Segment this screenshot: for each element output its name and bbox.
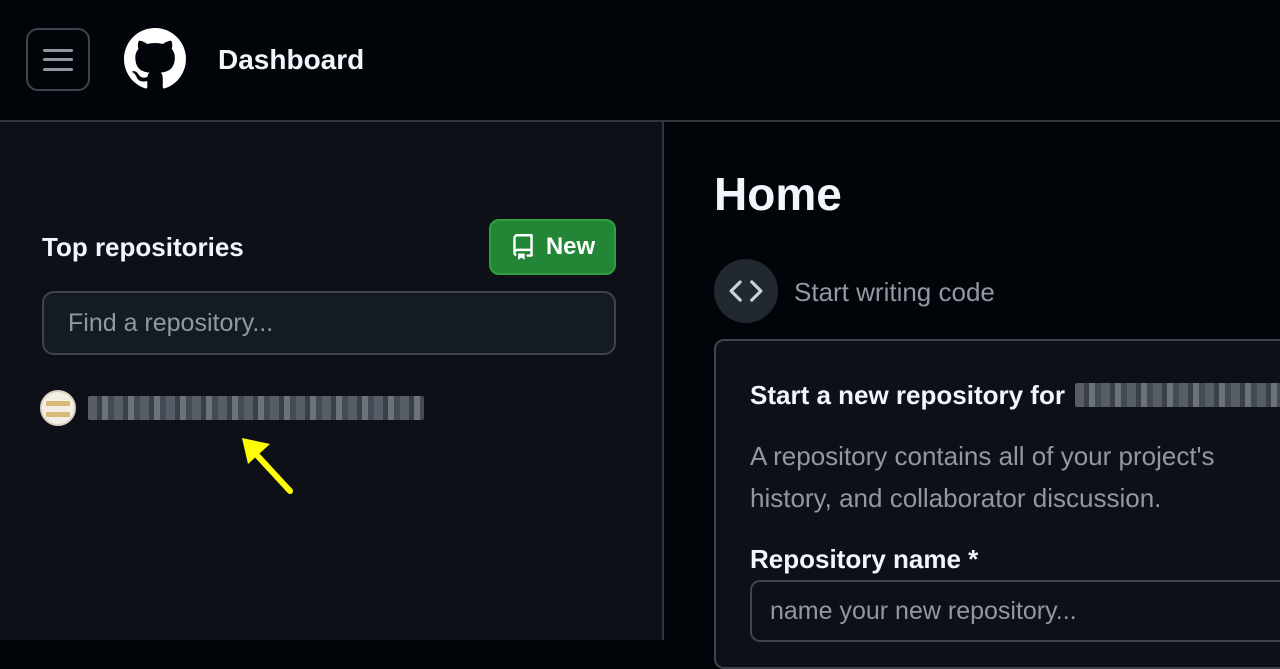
card-title-text: Start a new repository for — [750, 380, 1065, 410]
top-repositories-heading: Top repositories — [42, 232, 244, 262]
card-description: A repository contains all of your projec… — [750, 441, 1215, 513]
hamburger-menu-icon — [43, 48, 73, 71]
redacted-owner-name — [1074, 383, 1280, 407]
github-mark-icon[interactable] — [124, 28, 186, 90]
new-repository-card: Start a new repository for A repository … — [714, 339, 1280, 669]
repository-list-item[interactable] — [40, 390, 424, 426]
top-bar: Dashboard — [0, 0, 1280, 122]
menu-button[interactable] — [26, 28, 90, 91]
repository-name-label: Repository name * — [750, 544, 979, 574]
new-repository-button[interactable]: New — [489, 219, 616, 275]
redacted-repository-name[interactable] — [88, 396, 424, 420]
repository-name-input[interactable] — [750, 580, 1280, 642]
home-heading: Home — [714, 168, 842, 220]
main-content: Home Start writing code Start a new repo… — [666, 122, 1280, 669]
page-title: Dashboard — [218, 44, 365, 75]
new-button-label: New — [545, 233, 596, 260]
repo-icon — [513, 234, 533, 260]
start-writing-code-label: Start writing code — [794, 277, 995, 307]
repo-owner-avatar — [40, 390, 76, 426]
code-icon — [714, 259, 778, 323]
new-repository-card-title: Start a new repository for — [750, 379, 1280, 411]
find-repository-input[interactable] — [42, 291, 616, 355]
annotation-arrow-icon — [242, 438, 293, 494]
sidebar: Top repositories New — [0, 122, 664, 640]
